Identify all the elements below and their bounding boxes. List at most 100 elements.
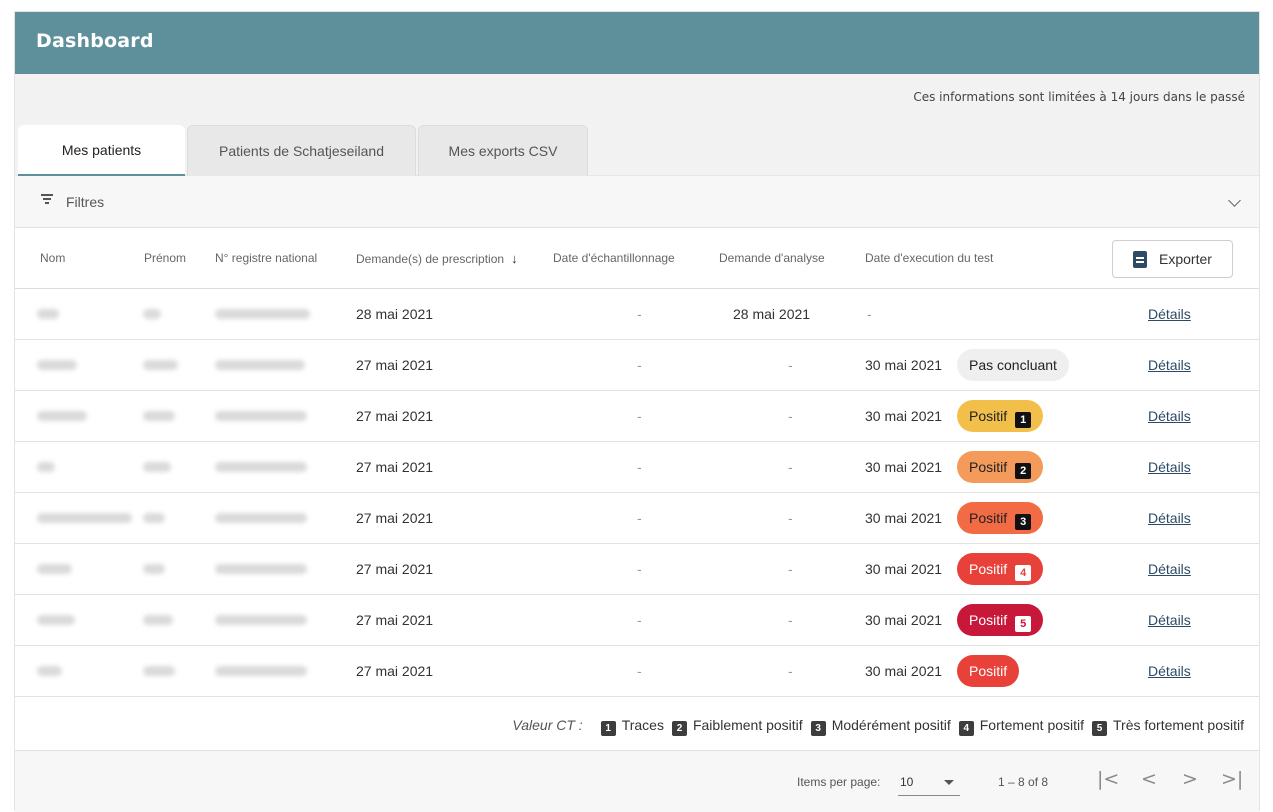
cell-analyse: - xyxy=(788,357,793,373)
arrow-down-icon: ↓ xyxy=(511,251,518,266)
patient-nom-redacted xyxy=(37,360,77,370)
filters-bar[interactable]: Filtres xyxy=(15,176,1259,228)
ct-legend-items: Valeur CT : 1 Traces 2 Faiblement positif 3 Mo… xyxy=(512,717,1244,736)
details-link[interactable]: Détails xyxy=(1148,561,1191,577)
patient-nom-redacted xyxy=(37,564,72,574)
patient-nom-redacted xyxy=(37,462,55,472)
patient-prenom-redacted xyxy=(143,564,165,574)
result-badge: Pas concluant xyxy=(957,349,1069,381)
cell-execution: 30 mai 2021 xyxy=(865,408,943,424)
cell-execution: 30 mai 2021 xyxy=(865,459,943,475)
result-label: Positif xyxy=(969,663,1008,679)
ct-4-label: Fortement positif xyxy=(979,717,1085,733)
col-execution[interactable]: Date d'execution du test xyxy=(865,251,993,265)
items-per-page-label: Items per page: xyxy=(797,775,881,789)
details-link[interactable]: Détails xyxy=(1148,510,1191,526)
result-badge: Positif 5 xyxy=(957,604,1044,636)
cell-echantillonnage: - xyxy=(637,306,642,322)
cell-execution: 30 mai 2021 xyxy=(865,561,943,577)
result-label: Positif xyxy=(969,459,1008,475)
result-badge: Positif xyxy=(957,655,1020,687)
table-row: 27 mai 2021 - - 30 mai 2021 Positif 4 Détails xyxy=(15,544,1259,595)
filter-icon xyxy=(41,194,53,206)
table-row: 27 mai 2021 - - 30 mai 2021 Positif 3 Détails xyxy=(15,493,1259,544)
cell-echantillonnage: - xyxy=(637,459,642,475)
cell-execution: - xyxy=(867,306,872,322)
page-range: 1 – 8 of 8 xyxy=(998,775,1049,789)
page-title: Dashboard xyxy=(36,30,154,52)
patient-registre-redacted xyxy=(215,462,307,472)
cell-execution: 30 mai 2021 xyxy=(865,612,943,628)
first-page-icon[interactable]: |< xyxy=(1097,768,1119,790)
ct-3-label: Modérément positif xyxy=(831,717,951,733)
result-label: Positif xyxy=(969,510,1008,526)
col-analyse[interactable]: Demande d'analyse xyxy=(719,251,825,265)
table-header: Nom Prénom N° registre national Demande(… xyxy=(15,228,1259,289)
patient-nom-redacted xyxy=(37,309,59,319)
col-prescription[interactable]: Demande(s) de prescription ↓ xyxy=(356,251,518,266)
next-page-icon[interactable]: > xyxy=(1182,768,1198,790)
last-page-icon[interactable]: >| xyxy=(1221,768,1243,790)
details-link[interactable]: Détails xyxy=(1148,459,1191,475)
patient-prenom-redacted xyxy=(143,513,165,523)
ct-4-icon: 4 xyxy=(958,721,974,736)
patient-registre-redacted xyxy=(215,513,307,523)
details-link[interactable]: Détails xyxy=(1148,306,1191,322)
patient-nom-redacted xyxy=(37,666,62,676)
ct-legend: Valeur CT : 1 Traces 2 Faiblement positif 3 Mo… xyxy=(15,700,1259,751)
patient-nom-redacted xyxy=(37,615,75,625)
details-link[interactable]: Détails xyxy=(1148,357,1191,373)
col-prenom[interactable]: Prénom xyxy=(144,251,186,265)
ct-1-icon: 1 xyxy=(600,721,616,736)
ct-value-icon: 1 xyxy=(1015,412,1032,428)
cell-analyse: - xyxy=(788,459,793,475)
result-badge: Positif 2 xyxy=(957,451,1044,483)
info-text: Ces informations sont limitées à 14 jour… xyxy=(913,90,1245,104)
cell-analyse: - xyxy=(788,663,793,679)
patient-prenom-redacted xyxy=(143,615,173,625)
patient-registre-redacted xyxy=(215,309,310,319)
cell-prescription: 27 mai 2021 xyxy=(356,408,434,424)
patient-prenom-redacted xyxy=(143,309,161,319)
details-link[interactable]: Détails xyxy=(1148,408,1191,424)
col-registre[interactable]: N° registre national xyxy=(215,251,317,265)
ct-legend-title: Valeur CT : xyxy=(512,717,583,733)
table-row: 27 mai 2021 - - 30 mai 2021 Pas concluant Dét… xyxy=(15,340,1259,391)
result-label: Positif xyxy=(969,612,1008,628)
col-nom[interactable]: Nom xyxy=(40,251,65,265)
table-row: 27 mai 2021 - - 30 mai 2021 Positif 2 Détails xyxy=(15,442,1259,493)
cell-echantillonnage: - xyxy=(637,510,642,526)
items-per-page-select[interactable]: 10 xyxy=(898,770,960,796)
previous-page-icon[interactable]: < xyxy=(1141,768,1157,790)
tab-patients-schatjeseiland[interactable]: Patients de Schatjeseiland xyxy=(187,125,416,176)
patient-prenom-redacted xyxy=(143,411,175,421)
cell-analyse: - xyxy=(788,612,793,628)
cell-analyse: 28 mai 2021 xyxy=(733,306,811,322)
ct-value-icon: 2 xyxy=(1015,463,1032,479)
ct-2-icon: 2 xyxy=(671,721,687,736)
patient-nom-redacted xyxy=(37,513,132,523)
ct-5-icon: 5 xyxy=(1092,721,1108,736)
cell-prescription: 28 mai 2021 xyxy=(356,306,434,322)
cell-prescription: 27 mai 2021 xyxy=(356,357,434,373)
export-button[interactable]: Exporter xyxy=(1112,240,1233,278)
tab-mes-exports-csv[interactable]: Mes exports CSV xyxy=(418,125,588,176)
ct-value-icon: 3 xyxy=(1015,514,1032,530)
cell-echantillonnage: - xyxy=(637,561,642,577)
ct-value-icon: 5 xyxy=(1015,616,1032,632)
cell-echantillonnage: - xyxy=(637,408,642,424)
col-prescription-label: Demande(s) de prescription xyxy=(356,252,505,266)
col-echantillonnage[interactable]: Date d'échantillonnage xyxy=(553,251,675,265)
details-link[interactable]: Détails xyxy=(1148,663,1191,679)
details-link[interactable]: Détails xyxy=(1148,612,1191,628)
filters-label: Filtres xyxy=(66,194,105,210)
tab-mes-patients[interactable]: Mes patients xyxy=(18,125,185,176)
cell-execution: 30 mai 2021 xyxy=(865,510,943,526)
patient-prenom-redacted xyxy=(143,666,175,676)
patient-registre-redacted xyxy=(215,564,307,574)
tab-bar: Mes patients Patients de Schatjeseiland … xyxy=(15,120,1259,176)
cell-analyse: - xyxy=(788,510,793,526)
patient-prenom-redacted xyxy=(143,462,171,472)
chevron-down-icon[interactable] xyxy=(1228,194,1241,207)
ct-2-label: Faiblement positif xyxy=(692,717,803,733)
